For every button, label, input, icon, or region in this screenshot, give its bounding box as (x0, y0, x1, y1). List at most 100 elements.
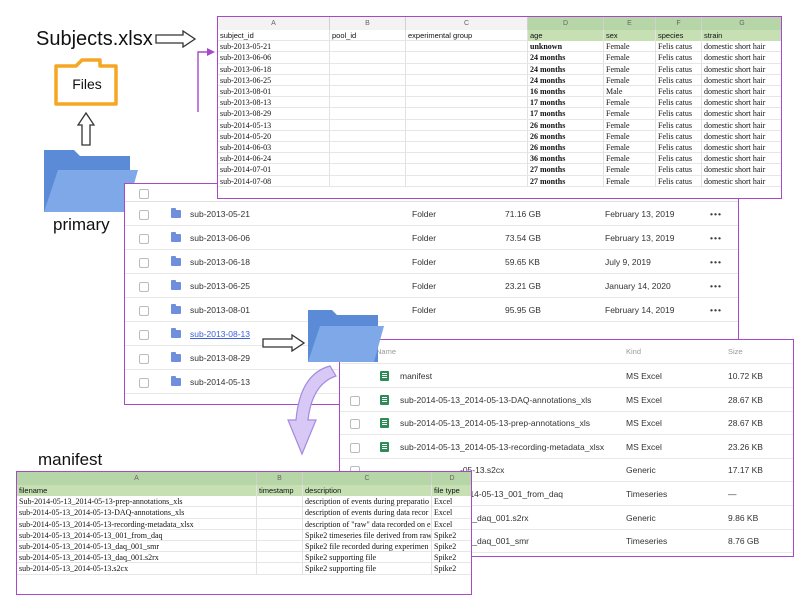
table-cell[interactable] (330, 130, 406, 142)
file-name[interactable]: 2014-05-13_001_from_daq (460, 482, 563, 506)
header-cell[interactable]: description (303, 485, 432, 496)
table-cell[interactable]: 17 months (528, 108, 604, 120)
table-cell[interactable]: domestic short hair (702, 153, 781, 164)
table-cell[interactable]: 24 months (528, 74, 604, 86)
table-cell[interactable]: domestic short hair (702, 86, 781, 97)
table-cell[interactable]: Spike2 supporting file (303, 563, 432, 575)
row-checkbox[interactable] (139, 306, 149, 316)
row-checkbox[interactable] (139, 378, 149, 388)
column-letter[interactable]: E (604, 17, 656, 30)
row-checkbox[interactable] (139, 282, 149, 292)
table-cell[interactable]: sub-2013-08-29 (218, 108, 330, 120)
header-cell[interactable]: timestamp (257, 485, 303, 496)
table-cell[interactable]: description of "raw" data recorded on e (303, 518, 432, 530)
column-letter[interactable]: A (17, 472, 257, 485)
table-cell[interactable]: domestic short hair (702, 52, 781, 63)
list-item[interactable]: sub-2013-06-25 Folder 23.21 GB January 14, … (125, 274, 738, 298)
table-cell[interactable]: Felis catus (656, 108, 702, 120)
more-options-icon[interactable]: ••• (710, 202, 722, 226)
table-cell[interactable] (257, 518, 303, 530)
table-cell[interactable] (330, 41, 406, 53)
table-cell[interactable]: 26 months (528, 130, 604, 142)
table-cell[interactable]: sub-2014-05-13_2014-05-13_001_from_daq (17, 529, 257, 541)
folder-name[interactable]: sub-2013-06-06 (190, 226, 250, 250)
table-cell[interactable]: Spike2 supporting file (303, 552, 432, 564)
row-checkbox[interactable] (139, 210, 149, 220)
table-cell[interactable]: Felis catus (656, 52, 702, 64)
table-cell[interactable]: Female (604, 108, 656, 120)
table-cell[interactable]: Spike2 (432, 552, 471, 563)
header-cell[interactable]: filename (17, 485, 257, 496)
table-cell[interactable]: domestic short hair (702, 75, 781, 86)
list-item[interactable]: sub-2013-06-18 Folder 59.65 KB July 9, 2019… (125, 250, 738, 274)
table-cell[interactable]: Felis catus (656, 130, 702, 142)
header-cell[interactable]: subject_id (218, 30, 330, 41)
table-cell[interactable]: Spike2 timeseries file derived from raw (303, 529, 432, 541)
list-item[interactable]: sub-2014-05-13_2014-05-13-DAQ-annotation… (340, 388, 793, 412)
table-cell[interactable]: 36 months (528, 153, 604, 165)
list-item[interactable]: sub-2013-05-21 Folder 71.16 GB February 13,… (125, 202, 738, 226)
select-all-checkbox[interactable] (139, 189, 149, 199)
row-checkbox[interactable] (139, 258, 149, 268)
table-cell[interactable] (257, 496, 303, 508)
table-cell[interactable]: Spike2 file recorded during experimen (303, 541, 432, 552)
more-options-icon[interactable]: ••• (710, 226, 722, 250)
table-cell[interactable] (330, 175, 406, 187)
table-cell[interactable]: Female (604, 164, 656, 176)
table-cell[interactable]: sub-2013-08-13 (218, 97, 330, 109)
table-cell[interactable] (406, 108, 528, 120)
table-cell[interactable]: sub-2013-06-25 (218, 74, 330, 86)
table-cell[interactable]: domestic short hair (702, 41, 781, 52)
table-cell[interactable] (406, 86, 528, 97)
header-cell[interactable]: file type (432, 485, 471, 496)
table-cell[interactable]: description of events during preparatio (303, 496, 432, 508)
table-cell[interactable]: Spike2 (432, 563, 471, 574)
table-cell[interactable]: domestic short hair (702, 164, 781, 175)
table-cell[interactable]: Female (604, 175, 656, 187)
table-cell[interactable]: unknown (528, 41, 604, 53)
table-cell[interactable] (406, 153, 528, 165)
table-cell[interactable]: Female (604, 153, 656, 165)
table-cell[interactable]: Female (604, 41, 656, 53)
table-cell[interactable] (406, 63, 528, 75)
table-cell[interactable]: 24 months (528, 52, 604, 64)
table-cell[interactable]: sub-2014-05-13_2014-05-13_daq_001_smr (17, 541, 257, 552)
table-cell[interactable] (330, 164, 406, 176)
column-letter[interactable]: C (303, 472, 432, 485)
list-item[interactable]: sub-2013-08-01 Folder 95.95 GB February 14,… (125, 298, 738, 322)
row-checkbox[interactable] (139, 354, 149, 364)
file-name[interactable]: manifest (400, 364, 432, 388)
table-cell[interactable]: Felis catus (656, 153, 702, 165)
table-cell[interactable]: Felis catus (656, 86, 702, 97)
table-cell[interactable]: sub-2014-05-13_2014-05-13-recording-meta… (17, 518, 257, 530)
table-cell[interactable]: sub-2013-05-21 (218, 41, 330, 53)
table-cell[interactable]: Female (604, 74, 656, 86)
column-header-kind[interactable]: Kind (626, 340, 641, 364)
table-cell[interactable]: sub-2014-07-01 (218, 164, 330, 176)
table-cell[interactable]: Female (604, 130, 656, 142)
list-item[interactable]: sub-2014-05-13_2014-05-13-recording-meta… (340, 435, 793, 459)
table-cell[interactable] (257, 507, 303, 519)
table-cell[interactable]: 27 months (528, 164, 604, 176)
column-letter[interactable]: D (528, 17, 604, 30)
header-cell[interactable]: species (656, 30, 702, 41)
table-cell[interactable]: sub-2014-05-13_2014-05-13-DAQ-annotation… (17, 507, 257, 519)
table-cell[interactable]: sub-2014-07-08 (218, 175, 330, 187)
folder-name[interactable]: sub-2013-05-21 (190, 202, 250, 226)
table-cell[interactable]: 27 months (528, 175, 604, 187)
table-cell[interactable]: sub-2014-05-13 (218, 119, 330, 131)
table-cell[interactable]: Spike2 (432, 541, 471, 552)
column-letter[interactable]: B (257, 472, 303, 485)
table-cell[interactable]: Excel (432, 519, 471, 530)
column-letter[interactable]: F (656, 17, 702, 30)
table-cell[interactable]: Female (604, 142, 656, 153)
table-cell[interactable]: Felis catus (656, 97, 702, 109)
table-cell[interactable]: description of events during data recor (303, 507, 432, 519)
table-cell[interactable]: Sub-2014-05-13_2014-05-13-prep-annotatio… (17, 496, 257, 508)
table-cell[interactable] (257, 541, 303, 552)
header-cell[interactable]: pool_id (330, 30, 406, 41)
table-cell[interactable] (406, 175, 528, 187)
file-name[interactable]: sub-2014-05-13_2014-05-13-prep-annotatio… (400, 411, 590, 435)
list-item[interactable]: manifest MS Excel 10.72 KB (340, 364, 793, 388)
table-cell[interactable]: Excel (432, 496, 471, 507)
